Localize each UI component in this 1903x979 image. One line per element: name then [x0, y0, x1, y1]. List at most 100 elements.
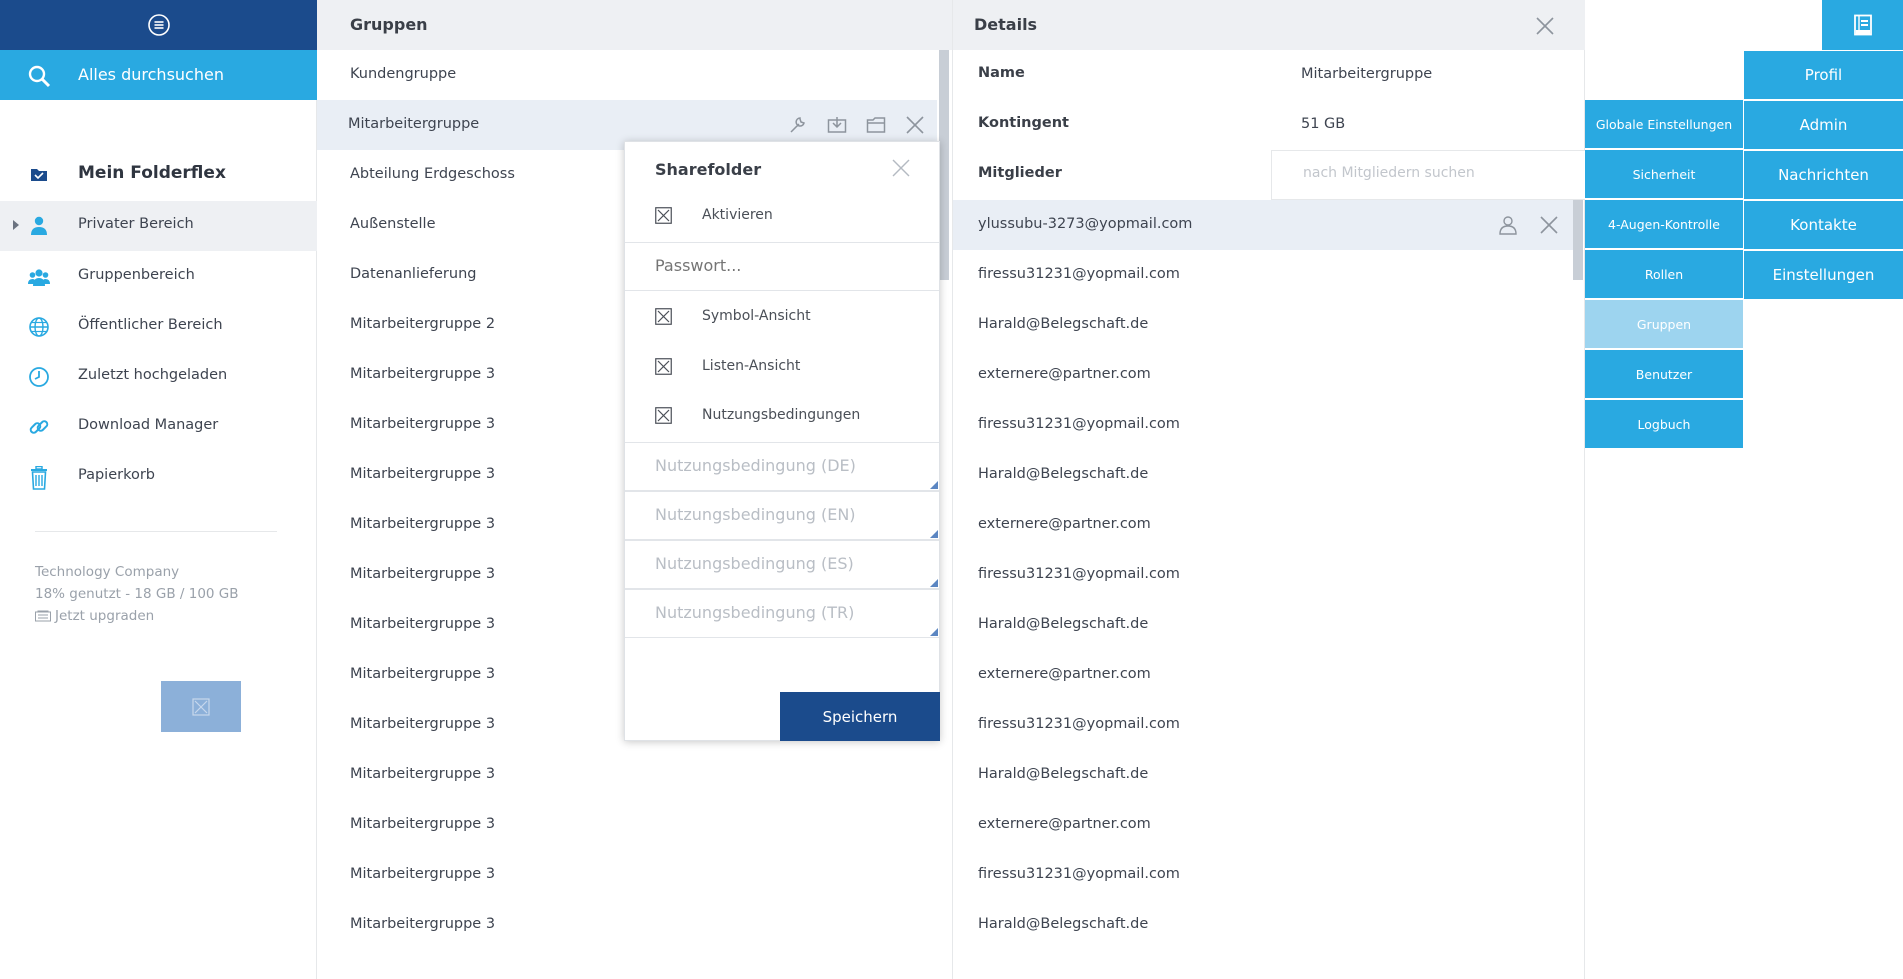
- password-field[interactable]: [625, 242, 939, 291]
- expand-caret-icon[interactable]: [13, 220, 19, 230]
- user-menu-item[interactable]: Nachrichten: [1744, 151, 1903, 199]
- terms-checkbox-row[interactable]: Nutzungsbedingungen: [625, 392, 941, 440]
- member-row[interactable]: Harald@Belegschaft.de: [953, 450, 1573, 500]
- group-name: Außenstelle: [350, 216, 436, 232]
- user-menu-item[interactable]: Profil: [1744, 51, 1903, 99]
- member-row[interactable]: firessu31231@yopmail.com: [953, 250, 1573, 300]
- member-row[interactable]: firessu31231@yopmail.com: [953, 400, 1573, 450]
- wrench-icon[interactable]: [788, 115, 808, 135]
- detail-quota-label: Kontingent: [978, 115, 1069, 131]
- member-row[interactable]: externere@partner.com: [953, 650, 1573, 700]
- remove-member-icon[interactable]: [1539, 215, 1559, 235]
- user-menu-item[interactable]: Admin: [1744, 101, 1903, 149]
- member-row[interactable]: ylussubu-3273@yopmail.com: [953, 200, 1573, 250]
- admin-menu-item[interactable]: Rollen: [1585, 250, 1743, 298]
- member-row[interactable]: externere@partner.com: [953, 350, 1573, 400]
- group-row[interactable]: Mitarbeitergruppe 3: [317, 850, 937, 900]
- user-menu-item[interactable]: Einstellungen: [1744, 251, 1903, 299]
- member-row[interactable]: externere@partner.com: [953, 500, 1573, 550]
- group-name: Mitarbeitergruppe 2: [350, 316, 496, 332]
- clock-icon: [29, 367, 49, 387]
- sidebar-item-private[interactable]: Privater Bereich: [0, 201, 317, 251]
- admin-menu-item[interactable]: Gruppen: [1585, 300, 1743, 348]
- member-email: ylussubu-3273@yopmail.com: [978, 216, 1193, 232]
- password-input[interactable]: [655, 256, 915, 275]
- activate-checkbox-row[interactable]: Aktivieren: [625, 192, 941, 240]
- admin-menu-item[interactable]: Sicherheit: [1585, 150, 1743, 198]
- member-email: externere@partner.com: [978, 366, 1151, 382]
- member-search-field[interactable]: [1271, 150, 1585, 200]
- upgrade-label: Jetzt upgraden: [55, 608, 155, 624]
- group-row[interactable]: Kundengruppe: [317, 50, 937, 100]
- member-email: Harald@Belegschaft.de: [978, 316, 1149, 332]
- member-row[interactable]: firessu31231@yopmail.com: [953, 850, 1573, 900]
- checkbox-checked-icon[interactable]: [655, 308, 672, 325]
- resize-handle[interactable]: [930, 481, 938, 489]
- group-row[interactable]: Mitarbeitergruppe 3: [317, 750, 937, 800]
- terms-de-field[interactable]: Nutzungsbedingung (DE): [625, 442, 939, 491]
- terms-label: Nutzungsbedingungen: [702, 407, 861, 423]
- terms-tr-field[interactable]: Nutzungsbedingung (TR): [625, 589, 939, 638]
- member-row[interactable]: externere@partner.com: [953, 800, 1573, 850]
- checkbox-checked-icon[interactable]: [655, 407, 672, 424]
- members-scrollbar[interactable]: [1573, 200, 1583, 280]
- close-icon[interactable]: [905, 115, 925, 135]
- terms-en-field[interactable]: Nutzungsbedingung (EN): [625, 491, 939, 540]
- sidebar-item-public[interactable]: Öffentlicher Bereich: [0, 302, 317, 352]
- group-name: Mitarbeitergruppe 3: [350, 916, 496, 932]
- member-email: firessu31231@yopmail.com: [978, 266, 1180, 282]
- menu-icon: [147, 14, 170, 36]
- sidebar-item-group-area[interactable]: Gruppenbereich: [0, 252, 317, 302]
- member-row[interactable]: Harald@Belegschaft.de: [953, 900, 1573, 950]
- download-folder-icon[interactable]: [827, 115, 847, 135]
- close-icon[interactable]: [891, 158, 911, 178]
- resize-handle[interactable]: [930, 530, 938, 538]
- sidebar-divider: [35, 531, 277, 532]
- close-box-button[interactable]: [161, 681, 241, 732]
- checkbox-checked-icon[interactable]: [655, 358, 672, 375]
- member-email: firessu31231@yopmail.com: [978, 416, 1180, 432]
- group-name: Abteilung Erdgeschoss: [350, 166, 515, 182]
- member-row[interactable]: Harald@Belegschaft.de: [953, 300, 1573, 350]
- symbol-view-checkbox-row[interactable]: Symbol-Ansicht: [625, 293, 941, 341]
- sidebar-item-recent[interactable]: Zuletzt hochgeladen: [0, 352, 317, 402]
- user-menu-item[interactable]: Kontakte: [1744, 201, 1903, 249]
- member-email: Harald@Belegschaft.de: [978, 766, 1149, 782]
- admin-menu-item[interactable]: 4-Augen-Kontrolle: [1585, 200, 1743, 248]
- sidebar-item-trash[interactable]: Papierkorb: [0, 452, 317, 502]
- global-search[interactable]: Alles durchsuchen: [0, 50, 317, 100]
- resize-handle[interactable]: [930, 628, 938, 636]
- save-button[interactable]: Speichern: [780, 692, 940, 741]
- terms-tr-placeholder: Nutzungsbedingung (TR): [655, 603, 855, 622]
- admin-menu-item[interactable]: Logbuch: [1585, 400, 1743, 448]
- sidebar-item-label: Download Manager: [78, 417, 219, 433]
- group-row[interactable]: Mitarbeitergruppe 3: [317, 800, 937, 850]
- share-folder-icon[interactable]: [866, 115, 886, 135]
- resize-handle[interactable]: [930, 579, 938, 587]
- group-row[interactable]: Mitarbeitergruppe 3: [317, 900, 937, 950]
- groups-scrollbar[interactable]: [939, 50, 949, 280]
- member-email: firessu31231@yopmail.com: [978, 866, 1180, 882]
- brand-label: Mein Folderflex: [78, 163, 226, 183]
- member-row[interactable]: Harald@Belegschaft.de: [953, 750, 1573, 800]
- list-view-checkbox-row[interactable]: Listen-Ansicht: [625, 343, 941, 391]
- sharefolder-title: Sharefolder: [655, 160, 762, 179]
- close-icon[interactable]: [1535, 16, 1555, 36]
- user-profile-icon[interactable]: [1498, 215, 1518, 235]
- main-menu-button[interactable]: [0, 0, 317, 50]
- member-row[interactable]: firessu31231@yopmail.com: [953, 550, 1573, 600]
- group-name: Mitarbeitergruppe 3: [350, 866, 496, 882]
- terms-es-field[interactable]: Nutzungsbedingung (ES): [625, 540, 939, 589]
- member-search-input[interactable]: [1303, 165, 1563, 181]
- sidebar-item-download-manager[interactable]: Download Manager: [0, 402, 317, 452]
- upgrade-icon: [35, 610, 51, 622]
- member-row[interactable]: Harald@Belegschaft.de: [953, 600, 1573, 650]
- checkbox-checked-icon[interactable]: [655, 207, 672, 224]
- admin-menu-item[interactable]: Globale Einstellungen: [1585, 100, 1743, 148]
- upgrade-link[interactable]: Jetzt upgraden: [35, 605, 239, 627]
- admin-menu-item[interactable]: Benutzer: [1585, 350, 1743, 398]
- brand-mein-folderflex[interactable]: Mein Folderflex: [0, 157, 317, 193]
- member-row[interactable]: firessu31231@yopmail.com: [953, 700, 1573, 750]
- member-email: firessu31231@yopmail.com: [978, 716, 1180, 732]
- contacts-book-button[interactable]: [1822, 0, 1903, 50]
